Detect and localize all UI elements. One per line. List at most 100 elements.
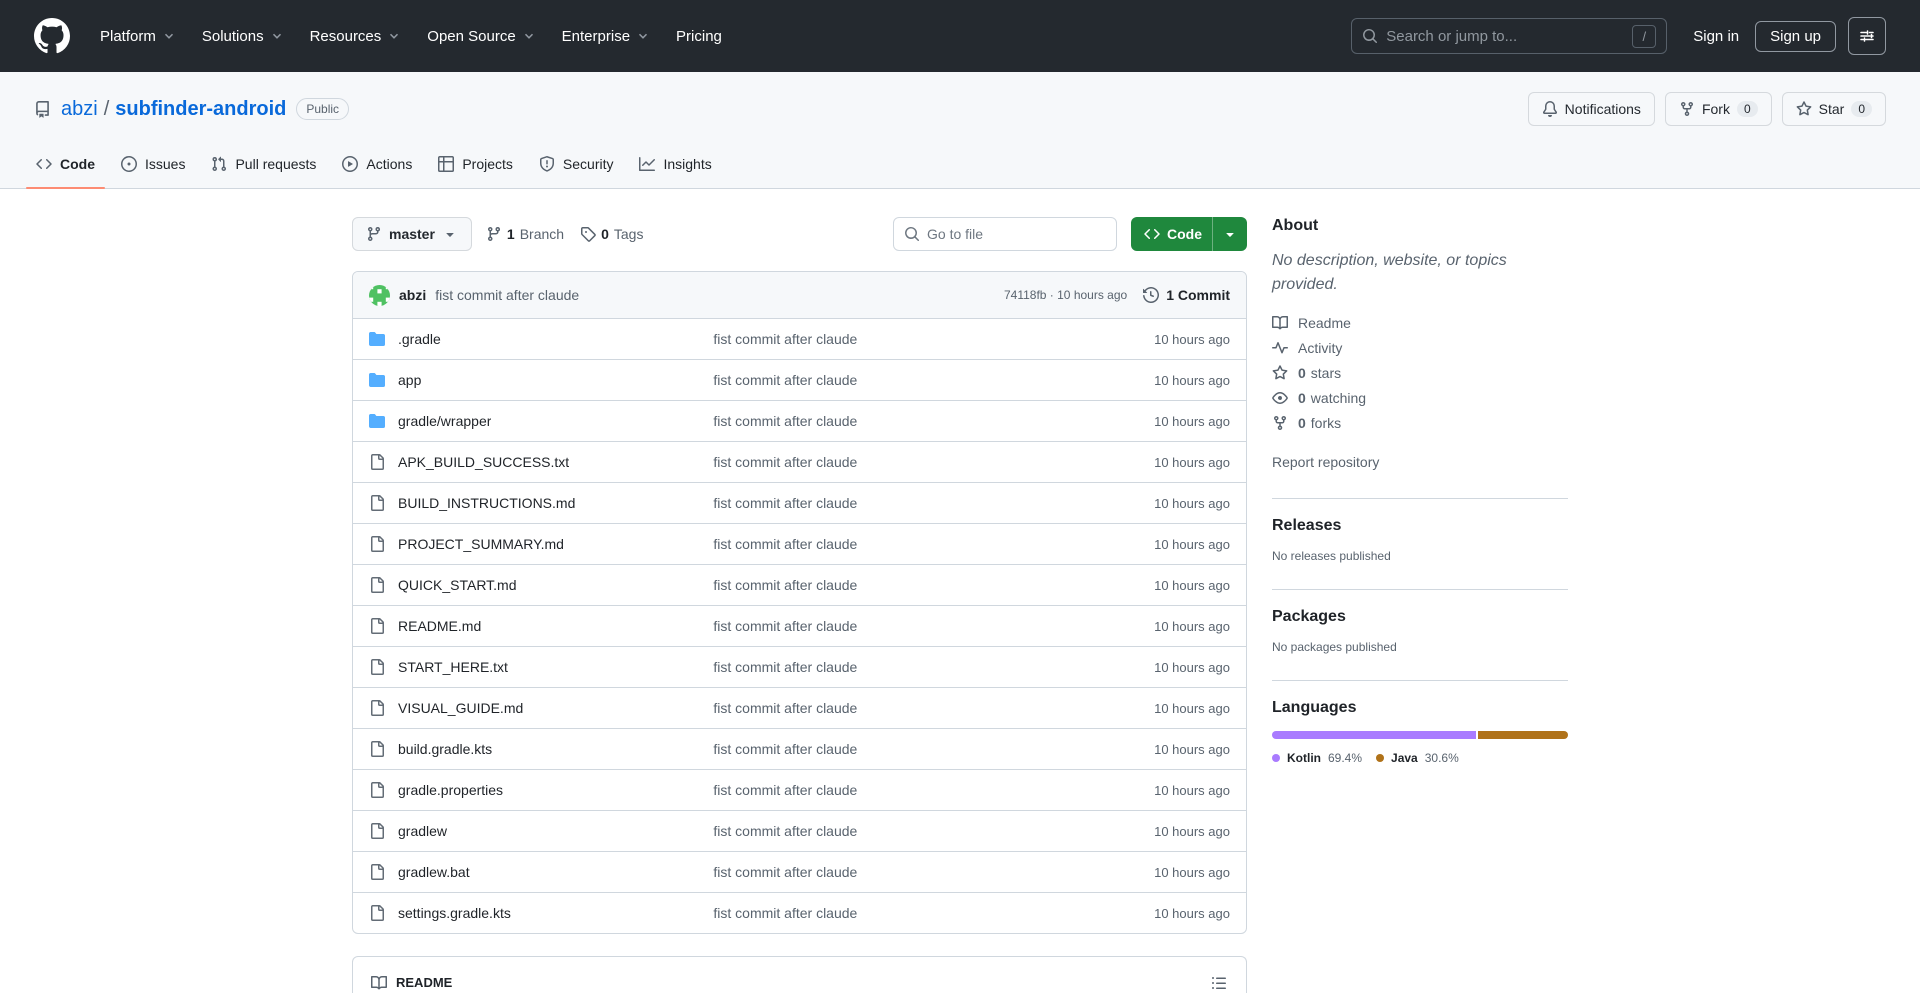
file-name[interactable]: PROJECT_SUMMARY.md <box>398 536 564 552</box>
primary-nav: Platform Solutions Resources Open Source… <box>90 20 732 53</box>
tab-issues[interactable]: Issues <box>111 140 195 188</box>
notifications-button[interactable]: Notifications <box>1527 92 1655 126</box>
tab-pull-requests[interactable]: Pull requests <box>201 140 326 188</box>
commit-author-link[interactable]: abzi <box>399 287 426 303</box>
nav-solutions[interactable]: Solutions <box>192 20 294 53</box>
file-name[interactable]: gradle.properties <box>398 782 503 798</box>
star-button[interactable]: Star 0 <box>1781 92 1886 126</box>
slash-shortcut-key: / <box>1632 24 1657 48</box>
tab-security[interactable]: Security <box>529 140 624 188</box>
file-commit-message[interactable]: fist commit after claude <box>713 618 857 634</box>
file-commit-message[interactable]: fist commit after claude <box>713 741 857 757</box>
file-commit-message[interactable]: fist commit after claude <box>713 700 857 716</box>
file-icon <box>371 659 384 675</box>
file-browser: abzi fist commit after claude 74118fb · … <box>352 271 1247 934</box>
commit-hash-time[interactable]: 74118fb · 10 hours ago <box>1004 288 1127 302</box>
stars-link[interactable]: 0 stars <box>1272 365 1568 381</box>
file-commit-message[interactable]: fist commit after claude <box>713 823 857 839</box>
watching-link[interactable]: 0 watching <box>1272 390 1568 406</box>
fork-button[interactable]: Fork 0 <box>1664 92 1772 126</box>
file-commit-message[interactable]: fist commit after claude <box>713 413 857 429</box>
search-input[interactable]: Search or jump to... / <box>1351 18 1668 54</box>
file-icon <box>371 823 384 839</box>
chevron-down-icon <box>164 33 173 39</box>
sliders-icon <box>1860 30 1874 42</box>
top-navigation-bar: Platform Solutions Resources Open Source… <box>0 0 1920 72</box>
bell-icon <box>1542 101 1557 117</box>
file-commit-message[interactable]: fist commit after claude <box>713 536 857 552</box>
file-name[interactable]: gradlew <box>398 823 447 839</box>
sign-up-button[interactable]: Sign up <box>1755 20 1836 52</box>
tags-link[interactable]: 0 Tags <box>580 226 643 242</box>
code-download-button[interactable]: Code <box>1131 217 1247 251</box>
table-row: README.md fist commit after claude 10 ho… <box>353 605 1246 646</box>
nav-enterprise[interactable]: Enterprise <box>552 20 660 53</box>
tab-insights[interactable]: Insights <box>629 140 721 188</box>
readme-link[interactable]: Readme <box>1272 315 1568 331</box>
file-updated-time: 10 hours ago <box>1154 372 1230 388</box>
file-name[interactable]: gradle/wrapper <box>398 413 491 429</box>
file-name[interactable]: START_HERE.txt <box>398 659 508 675</box>
file-name[interactable]: settings.gradle.kts <box>398 905 511 921</box>
file-name[interactable]: gradlew.bat <box>398 864 470 880</box>
file-commit-message[interactable]: fist commit after claude <box>713 331 857 347</box>
file-commit-message[interactable]: fist commit after claude <box>713 659 857 675</box>
nav-platform[interactable]: Platform <box>90 20 186 53</box>
branches-link[interactable]: 1 Branch <box>486 226 564 242</box>
file-commit-message[interactable]: fist commit after claude <box>713 905 857 921</box>
file-commit-message[interactable]: fist commit after claude <box>713 495 857 511</box>
file-icon <box>371 905 384 921</box>
commit-history-link[interactable]: 1 Commit <box>1143 287 1230 303</box>
table-row: QUICK_START.md fist commit after claude … <box>353 564 1246 605</box>
git-pull-request-icon <box>212 156 227 172</box>
file-updated-time: 10 hours ago <box>1154 823 1230 839</box>
book-icon <box>1272 315 1288 330</box>
file-name[interactable]: app <box>398 372 421 388</box>
repo-owner-link[interactable]: abzi <box>61 98 98 121</box>
file-commit-message[interactable]: fist commit after claude <box>713 864 857 880</box>
report-repository-link[interactable]: Report repository <box>1272 454 1379 470</box>
language-bar <box>1272 731 1568 739</box>
file-name[interactable]: .gradle <box>398 331 441 347</box>
go-to-file-input[interactable]: Go to file <box>893 217 1117 251</box>
file-commit-message[interactable]: fist commit after claude <box>713 454 857 470</box>
table-row: START_HERE.txt fist commit after claude … <box>353 646 1246 687</box>
tag-icon <box>581 227 596 242</box>
outline-button[interactable] <box>1202 966 1236 993</box>
language-kotlin[interactable]: Kotlin 69.4% <box>1272 751 1362 765</box>
kotlin-dot-icon <box>1272 754 1280 762</box>
tab-projects[interactable]: Projects <box>428 140 523 188</box>
repo-name-link[interactable]: subfinder-android <box>115 98 286 121</box>
go-to-file-placeholder: Go to file <box>927 226 984 242</box>
pulse-icon <box>1272 342 1288 354</box>
language-java[interactable]: Java 30.6% <box>1376 751 1459 765</box>
forks-link[interactable]: 0 forks <box>1272 415 1568 431</box>
file-name[interactable]: VISUAL_GUIDE.md <box>398 700 523 716</box>
nav-open-source[interactable]: Open Source <box>417 20 545 53</box>
nav-pricing[interactable]: Pricing <box>666 20 732 53</box>
activity-link[interactable]: Activity <box>1272 340 1568 356</box>
github-logo[interactable] <box>34 18 70 54</box>
fork-icon <box>1680 102 1693 117</box>
tab-actions[interactable]: Actions <box>332 140 422 188</box>
file-name[interactable]: APK_BUILD_SUCCESS.txt <box>398 454 569 470</box>
avatar[interactable] <box>369 284 390 306</box>
commit-message-link[interactable]: fist commit after claude <box>435 287 1004 303</box>
command-palette-button[interactable] <box>1848 17 1886 55</box>
code-icon <box>36 158 52 170</box>
sign-in-link[interactable]: Sign in <box>1685 22 1747 51</box>
file-name[interactable]: README.md <box>398 618 481 634</box>
releases-title: Releases <box>1272 517 1342 534</box>
file-commit-message[interactable]: fist commit after claude <box>713 372 857 388</box>
nav-resources[interactable]: Resources <box>300 20 412 53</box>
file-commit-message[interactable]: fist commit after claude <box>713 782 857 798</box>
file-name[interactable]: QUICK_START.md <box>398 577 517 593</box>
file-commit-message[interactable]: fist commit after claude <box>713 577 857 593</box>
chevron-down-icon <box>390 33 399 39</box>
tab-code[interactable]: Code <box>26 140 105 189</box>
file-name[interactable]: BUILD_INSTRUCTIONS.md <box>398 495 575 511</box>
readme-tab[interactable]: README <box>353 957 470 993</box>
star-icon <box>1272 365 1288 380</box>
file-name[interactable]: build.gradle.kts <box>398 741 492 757</box>
branch-selector[interactable]: master <box>352 217 472 251</box>
